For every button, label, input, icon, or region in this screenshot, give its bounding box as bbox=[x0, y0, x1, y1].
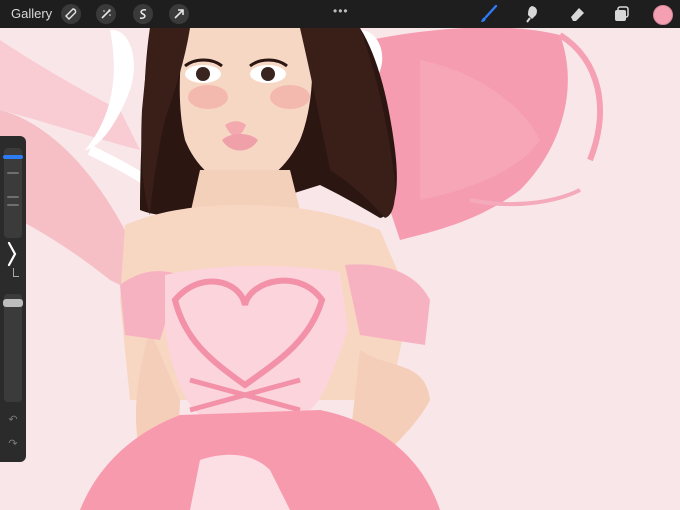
drawing-canvas[interactable] bbox=[0, 0, 680, 510]
undo-button[interactable]: ↶ bbox=[7, 414, 19, 426]
slider-tick bbox=[7, 172, 19, 174]
more-options-button[interactable]: ••• bbox=[333, 4, 349, 18]
layers-icon[interactable] bbox=[612, 5, 630, 23]
modify-button[interactable] bbox=[13, 268, 19, 277]
adjustments-icon[interactable] bbox=[96, 4, 116, 24]
opacity-thumb[interactable] bbox=[3, 299, 23, 307]
left-sidebar: ↶ ↷ bbox=[0, 136, 26, 462]
top-toolbar: Gallery ••• bbox=[0, 0, 680, 28]
slider-tick bbox=[7, 196, 19, 198]
slider-tick bbox=[7, 204, 19, 206]
brush-size-slider[interactable] bbox=[3, 148, 23, 238]
eraser-icon[interactable] bbox=[568, 5, 586, 23]
redo-button[interactable]: ↷ bbox=[7, 438, 19, 450]
opacity-slider[interactable] bbox=[3, 294, 23, 402]
color-picker-swatch[interactable] bbox=[653, 5, 673, 25]
sidebar-toggle-icon[interactable] bbox=[5, 240, 19, 268]
transform-icon[interactable] bbox=[169, 4, 189, 24]
selection-icon[interactable] bbox=[133, 4, 153, 24]
wrench-icon[interactable] bbox=[61, 4, 81, 24]
face-artwork bbox=[179, 28, 313, 215]
gallery-button[interactable]: Gallery bbox=[11, 6, 52, 21]
brush-icon[interactable] bbox=[480, 5, 498, 23]
brush-size-thumb[interactable] bbox=[3, 155, 23, 159]
smudge-icon[interactable] bbox=[524, 5, 542, 23]
